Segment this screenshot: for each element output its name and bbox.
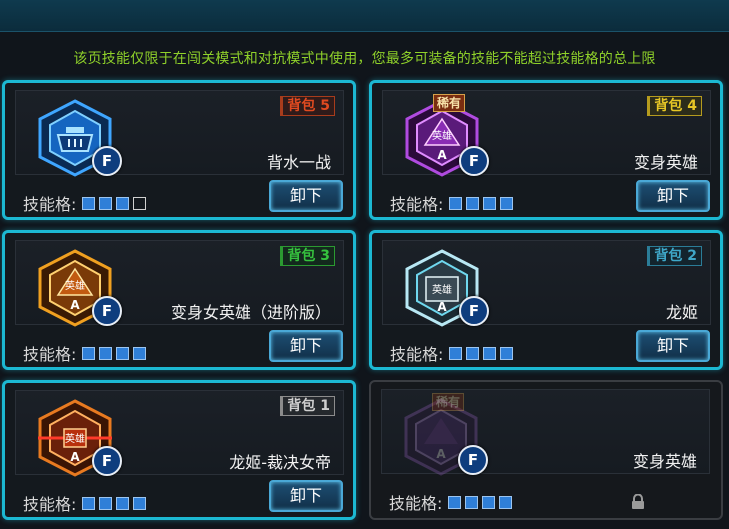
skill-slots: 技能格: [23,491,147,515]
lock-icon [632,494,644,509]
slot-filled [449,196,463,210]
emblem-text: 英雄 [65,279,85,292]
slot-filled [482,495,496,509]
emblem-grade: A [437,148,447,162]
skill-card-panel: 背包 5 F 背水一战 [15,90,344,177]
slot-filled [116,346,130,360]
slot-filled [500,196,514,210]
backpack-badge: 背包 3 [280,246,335,266]
f-key-icon: F [92,146,122,176]
emblem-text: 英雄 [432,129,452,142]
skill-card-4: 背包 2 英雄 A F 龙姬 技能格: 卸下 [369,230,723,370]
emblem-grade: A [437,300,447,314]
top-bar [0,0,729,32]
skill-card-panel: 背包 2 英雄 A F 龙姬 [382,240,711,327]
rare-tag: 稀有 [433,94,466,112]
emblem-text: 英雄 [65,432,85,445]
skill-name: 变身英雄 [633,153,698,172]
skill-card-2: 背包 4 英雄 A 稀有 F 变身英雄 技能格: 卸下 [369,80,723,220]
skill-name: 龙姬 [665,303,698,322]
f-key-icon: F [459,146,489,176]
slot-filled [465,495,479,509]
unload-button[interactable]: 卸下 [636,330,710,362]
slot-label: 技能格: [23,495,77,514]
slot-filled [449,346,463,360]
skill-slots: 技能格: [390,341,514,365]
skill-card-panel: 背包 3 英雄 A F 变身女英雄（进阶版） [15,240,344,327]
slot-label: 技能格: [390,345,444,364]
skill-card-panel: A 稀有 F 变身英雄 [381,389,710,476]
skill-slots: 技能格: [23,191,147,215]
skill-slots: 技能格: [390,191,514,215]
emblem-grade: A [70,298,80,312]
emblem-text: 英雄 [432,283,452,296]
slot-filled [483,346,497,360]
slot-label: 技能格: [390,195,444,214]
slot-filled [99,346,113,360]
unload-button[interactable]: 卸下 [269,180,343,212]
unload-button[interactable]: 卸下 [269,480,343,512]
slot-filled [500,346,514,360]
skill-card-1: 背包 5 F 背水一战 技能格: 卸下 [2,80,356,220]
slot-filled [82,346,96,360]
skill-card-3: 背包 3 英雄 A F 变身女英雄（进阶版） 技能格: 卸下 [2,230,356,370]
slot-filled [82,196,96,210]
slot-label: 技能格: [389,494,443,513]
emblem-grade: A [70,450,80,464]
skill-card-panel: 背包 4 英雄 A 稀有 F 变身英雄 [382,90,711,177]
slot-filled [466,196,480,210]
slot-filled [99,496,113,510]
f-key-icon: F [92,296,122,326]
slot-filled [82,496,96,510]
backpack-badge: 背包 4 [647,96,702,116]
slot-filled [466,346,480,360]
f-key-icon: F [459,296,489,326]
skill-card-panel: 背包 1 英雄 A F 龙姬-裁决女帝 [15,390,344,477]
slot-filled [116,196,130,210]
notice-text: 该页技能仅限于在闯关模式和对抗模式中使用，您最多可装备的技能不能超过技能格的总上… [73,51,656,67]
slot-filled [499,495,513,509]
slot-filled [99,196,113,210]
slot-label: 技能格: [23,345,77,364]
backpack-badge: 背包 5 [280,96,335,116]
slot-filled [133,346,147,360]
skill-slots: 技能格: [389,490,513,514]
skill-name: 变身女英雄（进阶版） [170,303,331,322]
f-key-icon: F [92,446,122,476]
unload-button[interactable]: 卸下 [269,330,343,362]
rare-tag: 稀有 [432,393,465,411]
skill-name: 背水一战 [266,153,331,172]
unload-button[interactable]: 卸下 [636,180,710,212]
skill-card-6-locked: A 稀有 F 变身英雄 技能格: [369,380,723,520]
backpack-badge: 背包 1 [280,396,335,416]
backpack-badge: 背包 2 [647,246,702,266]
skill-name: 龙姬-裁决女帝 [229,453,331,472]
skill-slots: 技能格: [23,341,147,365]
slot-label: 技能格: [23,195,77,214]
emblem-grade: A [436,447,446,461]
skill-name: 变身英雄 [632,452,697,471]
skill-card-5: 背包 1 英雄 A F 龙姬-裁决女帝 技能格: 卸下 [2,380,356,520]
slot-filled [116,496,130,510]
slot-empty [133,196,147,210]
slot-filled [483,196,497,210]
slot-filled [133,496,147,510]
f-key-icon: F [458,445,488,475]
slot-filled [448,495,462,509]
